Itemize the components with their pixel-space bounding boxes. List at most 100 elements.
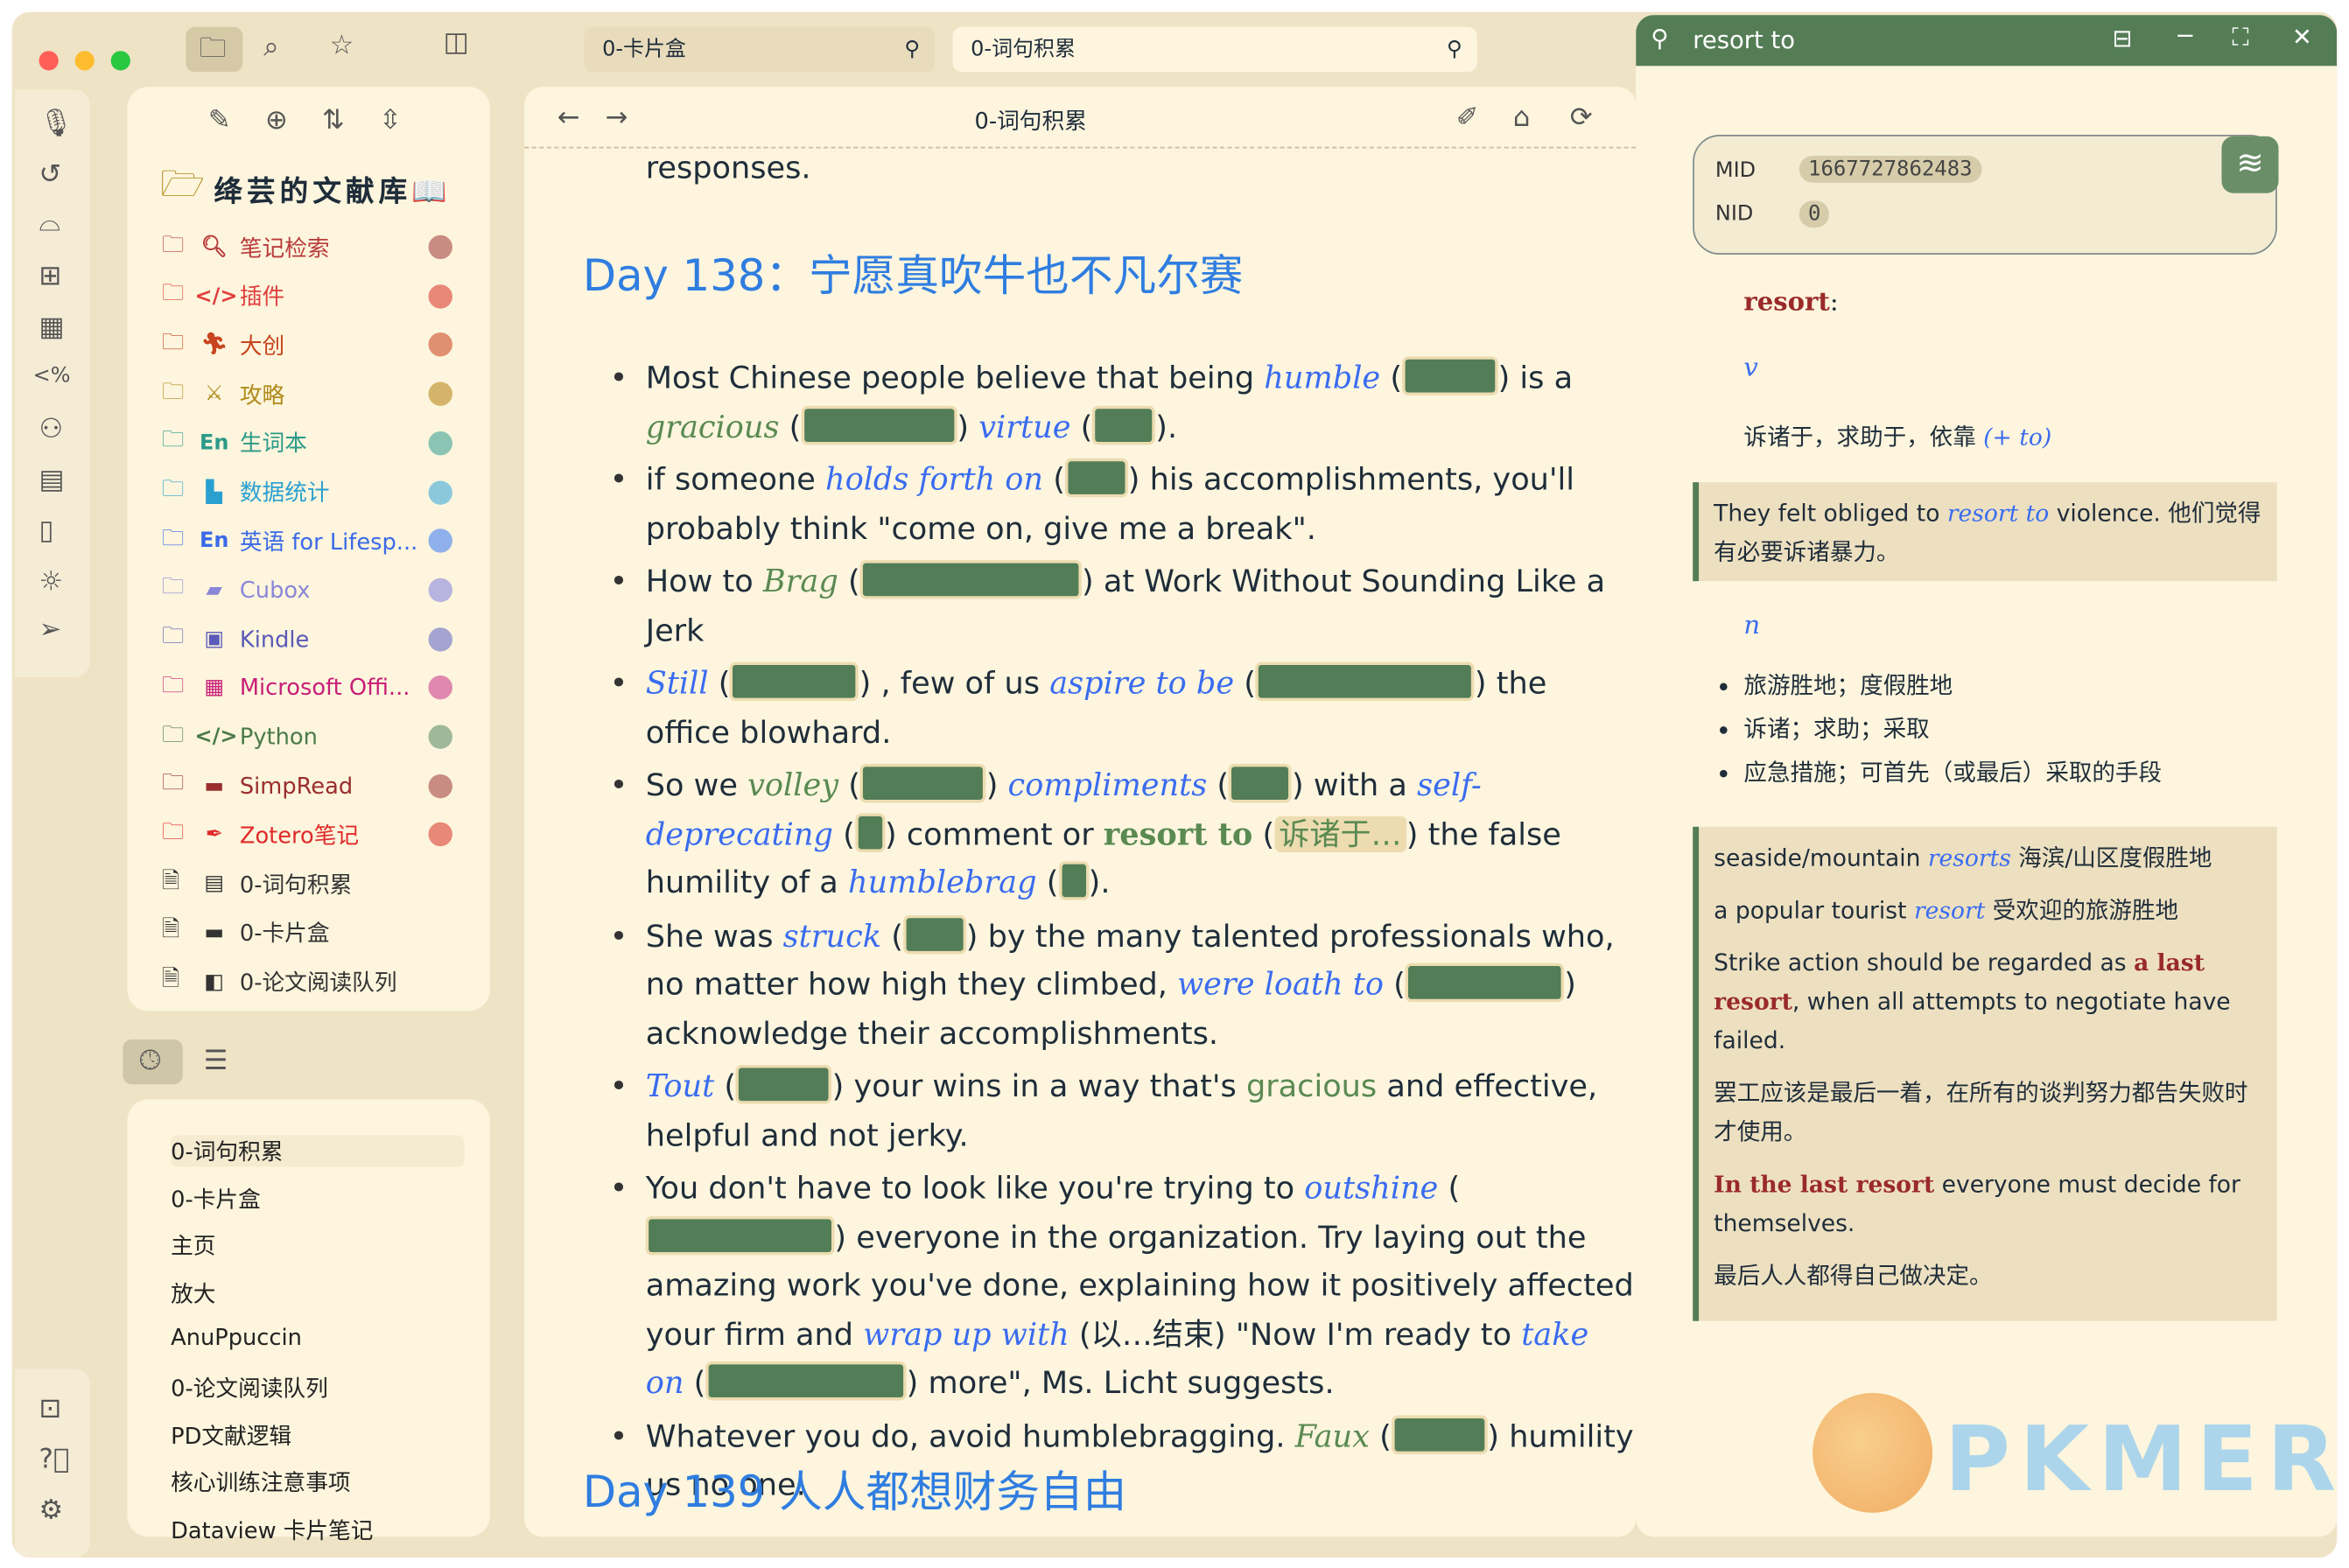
edit-icon[interactable]: ✐ xyxy=(1456,104,1479,132)
sidebar-item[interactable]: 🗀 En 生词本 xyxy=(162,424,307,463)
cloze-mask[interactable] xyxy=(1391,1414,1488,1454)
vocab-term[interactable]: gracious xyxy=(646,408,780,444)
grid-icon[interactable]: ▦ xyxy=(39,314,65,341)
tab-card-box[interactable]: 0-卡片盒 ⚲ xyxy=(584,26,936,73)
table-icon[interactable]: ▤ xyxy=(39,466,65,494)
vocab-term[interactable]: Brag xyxy=(763,564,838,599)
cloze-mask[interactable] xyxy=(1402,356,1498,396)
close-window-button[interactable] xyxy=(39,51,59,71)
cloze-mask[interactable] xyxy=(801,405,957,444)
recent-file-item[interactable]: 放大 xyxy=(171,1278,215,1309)
layers-icon[interactable]: ≋ xyxy=(2221,136,2279,193)
recent-file-item[interactable]: 主页 xyxy=(171,1230,215,1262)
cloze-mask[interactable] xyxy=(902,914,966,954)
home-icon[interactable]: ⌂ xyxy=(1513,104,1531,132)
undo-icon[interactable]: ↺ xyxy=(39,161,62,189)
glasses-icon[interactable]: ⌓ xyxy=(39,209,60,237)
cloze-mask[interactable] xyxy=(859,560,1082,599)
percent-code-icon[interactable]: <% xyxy=(33,366,71,387)
sidebar-item[interactable]: 🗀 En 英语 for Lifesp... xyxy=(162,522,417,561)
collapse-icon[interactable]: ⇳ xyxy=(379,107,402,135)
tablet-icon[interactable]: ▯ xyxy=(39,517,54,545)
vocab-link[interactable]: wrap up with xyxy=(863,1316,1069,1352)
vocab-term[interactable]: volley xyxy=(747,766,838,802)
recent-file-item[interactable]: AnuPpuccin xyxy=(171,1325,302,1352)
sidebar-item[interactable]: 🗀 ⚔ 攻略 xyxy=(162,374,284,414)
star-icon[interactable]: ☆ xyxy=(330,32,354,60)
layout-icon[interactable]: ⊞ xyxy=(39,262,62,290)
pin-icon[interactable]: ⚲ xyxy=(1651,24,1668,52)
fullscreen-icon[interactable]: ⛶ xyxy=(2232,23,2248,52)
cloze-mask[interactable] xyxy=(1092,405,1156,444)
vocab-link[interactable]: Tout xyxy=(646,1068,715,1103)
save-icon[interactable]: ⊟ xyxy=(2112,24,2132,52)
sidebar-item[interactable]: 🗀 ▦ Microsoft Offi... xyxy=(162,668,410,708)
new-folder-icon[interactable]: ⊕ xyxy=(265,107,288,135)
vocab-link[interactable]: humblebrag xyxy=(848,864,1037,900)
sort-icon[interactable]: ⇅ xyxy=(322,107,345,135)
vocab-link[interactable]: were loath to xyxy=(1177,966,1384,1002)
recent-file-item[interactable]: Dataview 卡片笔记 xyxy=(171,1514,373,1545)
send-icon[interactable]: ➢ xyxy=(39,616,62,644)
zoom-window-button[interactable] xyxy=(110,51,130,71)
sidebar-file[interactable]: 🗎 ▬ 0-卡片盒 xyxy=(162,914,330,953)
new-note-icon[interactable]: ✎ xyxy=(208,107,231,135)
cloze-mask[interactable] xyxy=(736,1065,832,1104)
pin-icon[interactable]: ⚲ xyxy=(1447,27,1462,72)
vocab-link[interactable]: humble xyxy=(1264,360,1380,396)
help-icon[interactable]: ?⃝ xyxy=(39,1446,70,1474)
tab-phrase-accumulation[interactable]: 0-词句积累 ⚲ xyxy=(952,26,1477,73)
minimize-window-button[interactable] xyxy=(74,51,95,71)
cloze-mask[interactable] xyxy=(1058,861,1089,900)
cloze-mask[interactable] xyxy=(1255,662,1475,702)
recent-files-tab[interactable]: 🕓︎ xyxy=(123,1039,183,1085)
sidebar-item[interactable]: 🗀 ▰ Cubox xyxy=(162,570,311,610)
vocab-term[interactable]: Faux xyxy=(1295,1418,1370,1453)
settings-icon[interactable]: ⚙ xyxy=(39,1497,64,1525)
vocab-term[interactable]: gracious xyxy=(1246,1068,1377,1103)
recent-file-item[interactable]: 0-论文阅读队列 xyxy=(171,1372,328,1404)
sidebar-item[interactable]: 🗀 🔍︎ 笔记检索 xyxy=(162,228,330,267)
graph-icon[interactable]: ⚇ xyxy=(39,416,64,444)
vocab-link[interactable]: struck xyxy=(783,917,881,953)
cloze-hint[interactable]: 诉诸于… xyxy=(1274,816,1406,852)
sun-icon[interactable]: ☼ xyxy=(39,569,64,596)
recent-file-item[interactable]: 核心训练注意事项 xyxy=(171,1466,350,1498)
refresh-icon[interactable]: ⟳ xyxy=(1570,104,1593,132)
sidebar-item[interactable]: 🗀 ▣ Kindle xyxy=(162,620,309,659)
outline-tab-icon[interactable]: ☰ xyxy=(204,1047,228,1075)
cloze-mask[interactable] xyxy=(1229,763,1292,803)
cloze-mask[interactable] xyxy=(859,763,986,803)
sidebar-item[interactable]: 🗀 ✒ Zotero笔记 xyxy=(162,816,359,855)
sidebar-item[interactable]: 🗀 ▬ SimpRead xyxy=(162,766,353,806)
sidebar-item[interactable]: 🗀 🏃︎ 大创 xyxy=(162,326,284,365)
sidebar-item[interactable]: 🗀 ▙ 数据统计 xyxy=(162,472,330,512)
recent-file-item[interactable]: 0-词句积累 xyxy=(171,1135,465,1167)
sidebar-file[interactable]: 🗎 ▤ 0-词句积累 xyxy=(162,864,352,904)
vocab-link[interactable]: compliments xyxy=(1008,766,1208,802)
vocab-bold[interactable]: resort to xyxy=(1104,816,1253,851)
sidebar-item[interactable]: 🗀 </> 插件 xyxy=(162,276,284,316)
sidebar-file[interactable]: 🗎 ◧ 0-论文阅读队列 xyxy=(162,962,397,1002)
close-icon[interactable]: ✕ xyxy=(2292,23,2312,52)
cloze-mask[interactable] xyxy=(705,1361,907,1401)
cloze-mask[interactable] xyxy=(1064,458,1128,498)
search-icon[interactable]: ⌕ xyxy=(263,34,278,61)
recent-file-item[interactable]: PD文献逻辑 xyxy=(171,1419,291,1451)
vault-icon[interactable]: ⊡ xyxy=(39,1395,62,1423)
cloze-mask[interactable] xyxy=(730,662,859,702)
pin-icon[interactable]: ⚲ xyxy=(904,27,920,72)
microphone-icon[interactable]: 🎙︎ xyxy=(39,110,74,138)
cloze-mask[interactable] xyxy=(854,812,886,852)
vocab-link[interactable]: holds forth on xyxy=(825,461,1043,497)
cloze-mask[interactable] xyxy=(645,1215,835,1255)
vocab-link[interactable]: aspire to be xyxy=(1049,665,1234,701)
vocab-link[interactable]: virtue xyxy=(978,408,1070,444)
recent-file-item[interactable]: 0-卡片盒 xyxy=(171,1183,261,1214)
vocab-link[interactable]: outshine xyxy=(1304,1170,1438,1206)
vocab-link[interactable]: Still xyxy=(646,665,709,701)
vault-title[interactable]: 🗁 绛芸的文献库📖 xyxy=(160,158,452,220)
sidebar-toggle-icon[interactable]: ◫ xyxy=(444,29,469,57)
sidebar-item[interactable]: 🗀 </> Python xyxy=(162,718,318,757)
cloze-mask[interactable] xyxy=(1405,962,1565,1003)
